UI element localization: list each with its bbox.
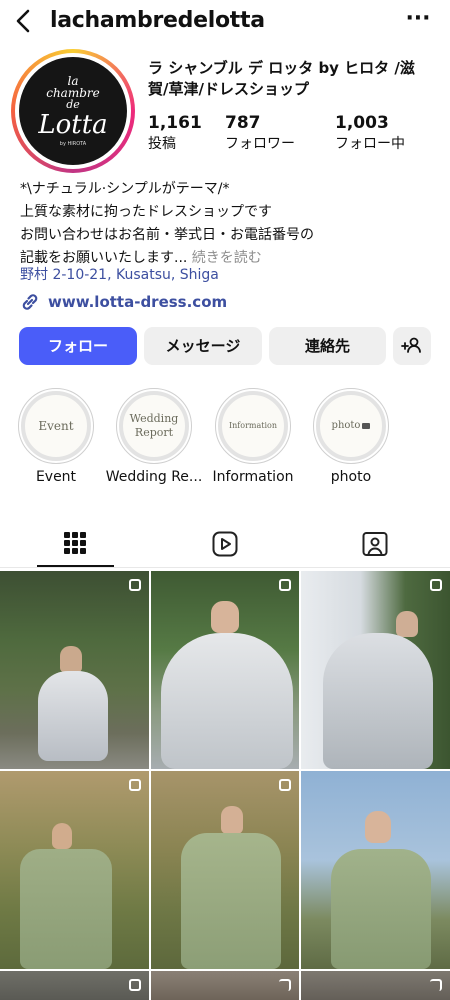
multi-post-icon: [129, 779, 141, 791]
photo-figure: [181, 833, 281, 969]
camera-icon: [362, 423, 371, 429]
highlight-ring: Wedding Report: [116, 388, 192, 464]
highlight-cover-text: photo: [331, 420, 361, 431]
highlight-information[interactable]: Information Information: [212, 388, 294, 485]
highlight-photo[interactable]: photo photo: [313, 388, 389, 485]
highlight-cover-text: Information: [228, 421, 277, 430]
multi-post-icon: [430, 579, 442, 591]
photo-figure: [52, 823, 72, 849]
multi-post-icon: [279, 579, 291, 591]
highlight-cover: Information: [218, 391, 288, 461]
photo-figure: [38, 671, 108, 761]
stat-value: 1,003: [335, 113, 389, 133]
highlight-event[interactable]: Event Event: [18, 388, 94, 485]
follow-button[interactable]: フォロー: [19, 327, 137, 365]
photo-figure: [60, 646, 82, 672]
stat-value: 1,161: [148, 113, 202, 133]
profile-name-line: 賀/草津/ドレスショップ: [148, 80, 309, 98]
suggested-people-button[interactable]: [393, 327, 431, 365]
profile-username: lachambredelotta: [50, 8, 265, 33]
post-thumbnail[interactable]: [151, 571, 299, 769]
avatar[interactable]: la chambre de Lotta by HIROTA: [19, 57, 127, 165]
location-link[interactable]: 野村 2-10-21, Kusatsu, Shiga: [20, 264, 219, 287]
highlight-ring: Information: [215, 388, 291, 464]
bio-line: 上質な素材に拘ったドレスショップです: [20, 204, 272, 220]
highlight-label: photo: [330, 469, 372, 485]
tab-tagged[interactable]: [337, 523, 414, 563]
tagged-person-icon: [362, 532, 388, 556]
highlight-cover-text: Report: [134, 426, 174, 439]
tab-posts-grid[interactable]: [37, 523, 114, 563]
stat-label: 投稿: [148, 136, 176, 152]
highlight-label: Wedding Re...: [105, 469, 203, 485]
photo-figure: [396, 611, 418, 637]
bio-line: お問い合わせはお名前・挙式日・お電話番号の: [20, 227, 314, 243]
stat-label: フォロワー: [225, 136, 295, 152]
multi-post-icon: [129, 579, 141, 591]
highlight-label: Information: [212, 469, 294, 485]
stat-followers[interactable]: 787 フォロワー: [225, 112, 295, 154]
highlight-cover-text: Event: [38, 419, 74, 433]
profile-display-name: ラ シャンブル デ ロッタ by ヒロタ /滋 賀/草津/ドレスショップ: [148, 58, 438, 100]
post-thumbnail[interactable]: [301, 571, 450, 769]
contact-button[interactable]: 連絡先: [269, 327, 386, 365]
more-icon: ···: [405, 6, 431, 31]
post-thumbnail[interactable]: [301, 971, 450, 1000]
logo-text: Lotta: [38, 110, 108, 140]
photo-figure: [221, 806, 243, 834]
photo-figure: [161, 633, 293, 769]
highlight-label: Event: [35, 469, 77, 485]
highlight-ring: Event: [18, 388, 94, 464]
photo-figure: [211, 601, 239, 633]
tab-reels[interactable]: [187, 523, 264, 563]
highlight-cover: Wedding Report: [119, 391, 189, 461]
multi-post-icon: [129, 979, 141, 991]
chevron-left-icon: [16, 9, 30, 33]
more-options-button[interactable]: ···: [404, 6, 432, 36]
grid-icon: [64, 532, 86, 554]
photo-figure: [20, 849, 112, 969]
reels-icon: [212, 531, 238, 557]
website-link[interactable]: www.lotta-dress.com: [48, 291, 227, 313]
tab-divider: [0, 567, 450, 568]
post-thumbnail[interactable]: [0, 971, 149, 1000]
highlight-wedding-report[interactable]: Wedding Report Wedding Re...: [106, 388, 202, 485]
message-button[interactable]: メッセージ: [144, 327, 262, 365]
stat-label: フォロー中: [335, 136, 405, 152]
add-person-icon: [401, 337, 421, 353]
stat-following[interactable]: 1,003 フォロー中: [335, 112, 405, 154]
post-thumbnail[interactable]: [0, 571, 149, 769]
stat-value: 787: [225, 113, 261, 133]
bio-line: *\ナチュラル·シンプルがテーマ/*: [20, 181, 230, 197]
multi-post-icon: [279, 779, 291, 791]
multi-post-icon: [279, 979, 291, 991]
highlight-cover: photo: [316, 391, 386, 461]
highlight-ring: photo: [313, 388, 389, 464]
post-thumbnail[interactable]: [151, 971, 299, 1000]
post-thumbnail[interactable]: [301, 771, 450, 969]
stat-posts[interactable]: 1,161 投稿: [148, 112, 202, 154]
photo-figure: [365, 811, 391, 843]
link-icon: [19, 291, 41, 313]
photo-figure: [323, 633, 433, 769]
multi-post-icon: [430, 979, 442, 991]
highlight-cover: Event: [21, 391, 91, 461]
logo-text: by HIROTA: [59, 141, 87, 147]
profile-name-line: ラ シャンブル デ ロッタ by ヒロタ /滋: [148, 59, 415, 77]
post-thumbnail[interactable]: [0, 771, 149, 969]
post-thumbnail[interactable]: [151, 771, 299, 969]
photo-figure: [331, 849, 431, 969]
back-button[interactable]: [8, 6, 38, 36]
highlight-cover-text: Wedding: [129, 412, 179, 425]
